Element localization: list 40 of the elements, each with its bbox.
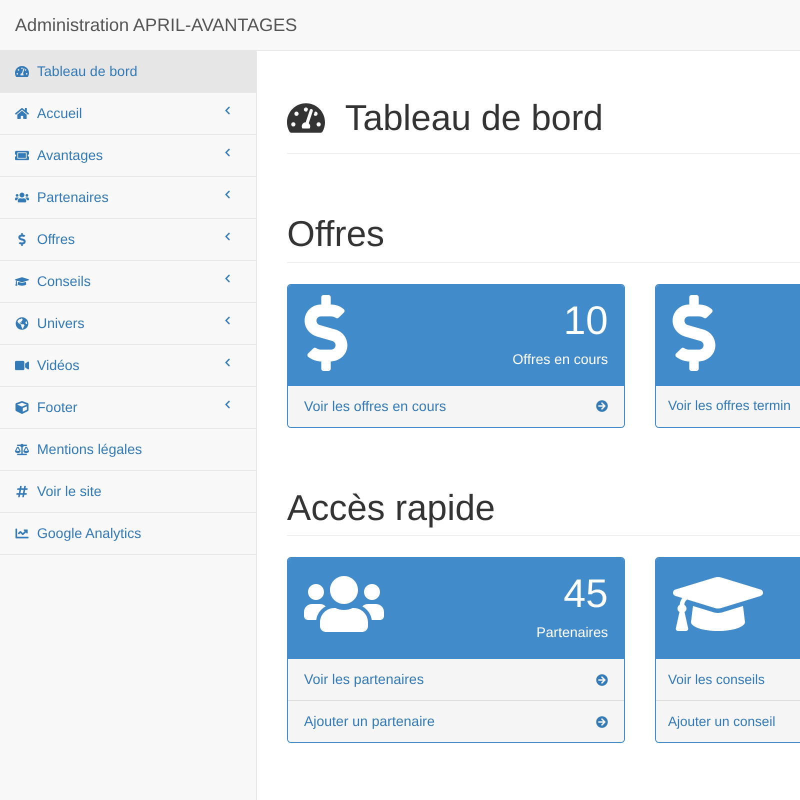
dashboard-icon (287, 101, 325, 135)
globe-icon (15, 317, 29, 330)
chevron-icon (224, 190, 231, 199)
cube-icon (15, 401, 29, 414)
home-icon (15, 107, 29, 120)
hashtag-icon (15, 485, 29, 498)
chevron-icon (224, 232, 231, 241)
panel-count: 45 (564, 572, 608, 616)
panel-link[interactable]: Voir les offres termin (656, 384, 800, 427)
chevron-icon (224, 316, 231, 325)
line-chart-icon (15, 527, 29, 540)
panel-caption: Offres en cours (512, 350, 608, 369)
arrow-right-icon (596, 674, 608, 686)
dollar-icon (304, 294, 348, 371)
panel-count: 10 (564, 298, 608, 343)
section-title: Offres (287, 214, 800, 263)
users-icon (15, 191, 29, 204)
navbar-brand[interactable]: Administration APRIL-AVANTAGES (15, 12, 298, 38)
arrow-right-icon (596, 716, 608, 728)
arrow-right-icon (596, 400, 608, 412)
panel-link[interactable]: Voir les offres en cours (288, 384, 624, 427)
chevron-icon (224, 106, 231, 115)
dashboard-icon (15, 65, 29, 78)
graduation-cap-icon (15, 275, 29, 288)
section-title: Accès rapide (287, 488, 800, 536)
panel-link[interactable]: Voir les partenaires (288, 658, 624, 700)
ticket-icon (15, 149, 29, 162)
scales-icon (15, 443, 29, 456)
chevron-icon (224, 148, 231, 157)
panel-caption: Partenaires (536, 623, 608, 642)
page-title: Tableau de bord (345, 96, 604, 140)
panel-link[interactable]: Ajouter un conseil (656, 700, 800, 742)
chevron-icon (224, 358, 231, 367)
dollar-icon (672, 294, 716, 371)
chevron-icon (224, 400, 231, 409)
panel-link[interactable]: Ajouter un partenaire (288, 700, 624, 742)
chevron-icon (224, 274, 231, 283)
panel-link[interactable]: Voir les conseils (656, 658, 800, 700)
sidebar-item[interactable]: Tableau de bord (0, 51, 256, 93)
video-camera-icon (15, 359, 29, 372)
